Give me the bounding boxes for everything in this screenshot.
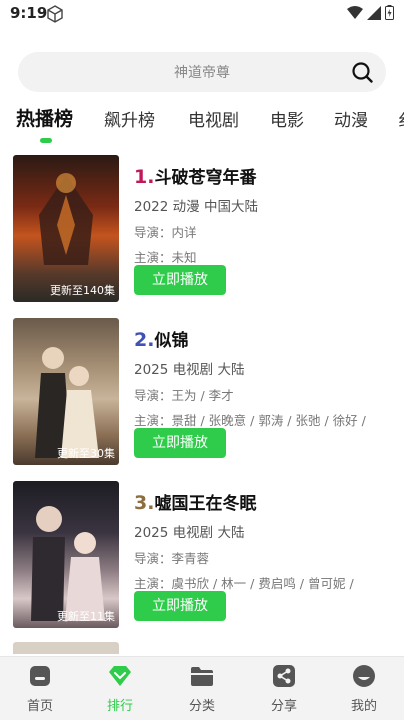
category-tabs: 热播榜 飙升榜 电视剧 电影 动漫 纟 bbox=[0, 100, 404, 150]
cube-icon bbox=[47, 5, 63, 23]
poster-art bbox=[39, 173, 93, 265]
list-item[interactable]: 更新至30集 2.似锦 2025 电视剧 大陆 导演：王为 / 李才 主演：景甜… bbox=[0, 318, 404, 468]
nav-category[interactable]: 分类 bbox=[172, 663, 232, 714]
poster-image[interactable]: 更新至11集 bbox=[13, 481, 119, 628]
item-director: 导演：王为 / 李才 bbox=[134, 388, 234, 403]
episode-badge: 更新至30集 bbox=[57, 447, 115, 460]
tab-anime[interactable]: 动漫 bbox=[334, 106, 368, 131]
rank-number: 2. bbox=[134, 329, 155, 351]
nav-home[interactable]: 首页 bbox=[10, 663, 70, 714]
tab-movie[interactable]: 电影 bbox=[270, 106, 304, 131]
item-title[interactable]: 3.嘘国王在冬眠 bbox=[134, 489, 256, 514]
nav-label: 我的 bbox=[350, 699, 377, 714]
bottom-nav: 首页 排行 分类 分享 我的 bbox=[0, 656, 404, 720]
folder-icon bbox=[191, 667, 213, 686]
poster-image[interactable]: 更新至140集 bbox=[13, 155, 119, 302]
tab-indicator bbox=[40, 138, 52, 143]
poster-art bbox=[35, 347, 99, 458]
item-director: 导演：内详 bbox=[134, 225, 197, 240]
nav-label: 首页 bbox=[26, 699, 53, 714]
share-icon bbox=[273, 665, 295, 687]
title-text: 嘘国王在冬眠 bbox=[154, 494, 257, 514]
item-meta: 2025 电视剧 大陆 bbox=[134, 362, 245, 378]
search-bar[interactable]: 神道帝尊 bbox=[18, 52, 386, 92]
item-title[interactable]: 2.似锦 bbox=[134, 326, 188, 351]
item-title[interactable]: 1.斗破苍穹年番 bbox=[134, 163, 256, 188]
tab-hot[interactable]: 热播榜 bbox=[16, 104, 73, 131]
play-button[interactable]: 立即播放 bbox=[134, 265, 226, 295]
nav-label: 分类 bbox=[188, 699, 215, 714]
poster-art bbox=[31, 506, 105, 621]
status-icons bbox=[347, 5, 394, 20]
rank-number: 3. bbox=[134, 492, 155, 514]
episode-badge: 更新至140集 bbox=[50, 284, 115, 297]
item-cast: 主演：虞书欣 / 林一 / 费启鸣 / 曾可妮 / bbox=[134, 576, 354, 591]
title-text: 斗破苍穹年番 bbox=[154, 168, 257, 188]
poster-image[interactable]: 更新至30集 bbox=[13, 318, 119, 465]
item-cast: 主演：未知 bbox=[134, 250, 197, 265]
battery-icon bbox=[385, 5, 394, 20]
list-item[interactable]: 更新至140集 1.斗破苍穹年番 2022 动漫 中国大陆 导演：内详 主演：未… bbox=[0, 155, 404, 305]
item-cast: 主演：景甜 / 张晚意 / 郭涛 / 张弛 / 徐好 / bbox=[134, 413, 366, 428]
list-item[interactable]: 更新至11集 3.嘘国王在冬眠 2025 电视剧 大陆 导演：李青蓉 主演：虞书… bbox=[0, 481, 404, 631]
tab-tv[interactable]: 电视剧 bbox=[188, 106, 239, 131]
status-time: 9:19 bbox=[10, 4, 48, 22]
signal-icon bbox=[367, 5, 381, 20]
title-text: 似锦 bbox=[154, 331, 189, 351]
nav-share[interactable]: 分享 bbox=[254, 663, 314, 714]
nav-profile[interactable]: 我的 bbox=[334, 663, 394, 714]
episode-badge: 更新至11集 bbox=[57, 610, 115, 623]
tab-rising[interactable]: 飙升榜 bbox=[104, 106, 155, 131]
play-button[interactable]: 立即播放 bbox=[134, 428, 226, 458]
diamond-icon bbox=[109, 666, 131, 686]
nav-label: 分享 bbox=[270, 699, 297, 714]
search-input[interactable]: 神道帝尊 bbox=[18, 62, 386, 82]
next-poster-peek bbox=[13, 642, 119, 654]
status-bar: 9:19 bbox=[0, 0, 404, 28]
rank-number: 1. bbox=[134, 166, 155, 188]
item-director: 导演：李青蓉 bbox=[134, 551, 210, 566]
nav-label: 排行 bbox=[106, 699, 133, 714]
tab-more[interactable]: 纟 bbox=[398, 106, 404, 131]
nav-ranking[interactable]: 排行 bbox=[90, 663, 150, 714]
play-button[interactable]: 立即播放 bbox=[134, 591, 226, 621]
profile-icon bbox=[353, 665, 375, 687]
item-meta: 2025 电视剧 大陆 bbox=[134, 525, 245, 541]
item-meta: 2022 动漫 中国大陆 bbox=[134, 199, 258, 215]
search-icon[interactable] bbox=[350, 60, 374, 84]
wifi-icon bbox=[347, 5, 363, 19]
home-icon bbox=[30, 666, 50, 686]
